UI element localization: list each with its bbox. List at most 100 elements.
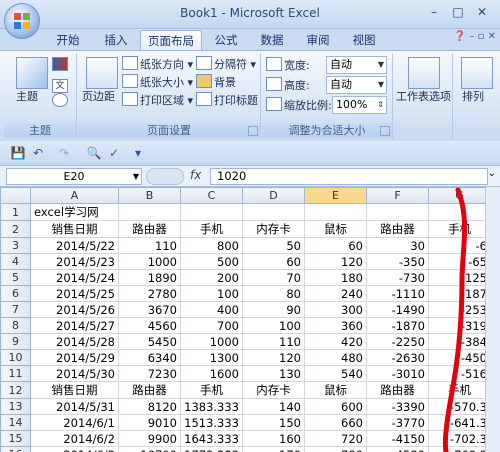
cell-d9[interactable]: 110 <box>242 333 305 350</box>
cell-c11[interactable]: 1600 <box>180 365 243 382</box>
tab-insert[interactable]: 插入 <box>94 30 138 50</box>
cell-c15[interactable]: 1643.333 <box>180 430 243 447</box>
cell-b2[interactable]: 路由器 <box>118 220 181 238</box>
cell-g4[interactable]: -65 <box>428 253 491 270</box>
cell-b11[interactable]: 7230 <box>118 365 181 382</box>
column-header-g[interactable]: G <box>428 187 491 204</box>
row-header[interactable]: 2 <box>0 220 31 238</box>
formula-input[interactable]: 1020 <box>210 168 488 185</box>
cell-d1[interactable] <box>242 203 305 221</box>
column-header-c[interactable]: C <box>180 187 243 204</box>
print-titles-button[interactable]: 打印标题 <box>196 92 258 108</box>
name-box[interactable]: E20 ▼ <box>6 168 142 185</box>
column-header-a[interactable]: A <box>30 187 119 204</box>
cell-a15[interactable]: 2014/6/2 <box>30 430 119 447</box>
tab-data[interactable]: 数据 <box>252 30 292 50</box>
row-header[interactable]: 9 <box>0 333 31 350</box>
arrange-button[interactable]: 排列 <box>462 89 484 105</box>
cell-c8[interactable]: 700 <box>180 317 243 334</box>
cell-a4[interactable]: 2014/5/23 <box>30 253 119 270</box>
cell-e12[interactable]: 鼠标 <box>304 381 367 399</box>
cell-b7[interactable]: 3670 <box>118 301 181 318</box>
breaks-button[interactable]: 分隔符 ▾ <box>196 56 256 72</box>
worksheet-grid[interactable]: A B C D E F G 1 excel学习网 2 销售日期 路由器 手机 内存卡 鼠标 路由器 手机 3 201… <box>0 187 500 452</box>
cell-g15[interactable]: -702.3 <box>428 430 491 447</box>
cell-e6[interactable]: 240 <box>304 285 367 302</box>
theme-fonts-icon[interactable]: 文 <box>52 75 70 93</box>
cell-b3[interactable]: 110 <box>118 237 181 254</box>
cell-e16[interactable]: 780 <box>304 446 367 452</box>
cell-a10[interactable]: 2014/5/29 <box>30 349 119 366</box>
cell-f12[interactable]: 路由器 <box>366 381 429 399</box>
cell-a7[interactable]: 2014/5/26 <box>30 301 119 318</box>
cell-b12[interactable]: 路由器 <box>118 381 181 399</box>
minimize-button[interactable]: – <box>422 3 446 21</box>
page-setup-launcher-icon[interactable] <box>248 126 258 136</box>
cell-b4[interactable]: 1000 <box>118 253 181 270</box>
scale-launcher-icon[interactable] <box>380 126 390 136</box>
row-header[interactable]: 1 <box>0 203 31 221</box>
cell-g5[interactable]: -125 <box>428 269 491 286</box>
cell-a11[interactable]: 2014/5/30 <box>30 365 119 382</box>
theme-colors-icon[interactable] <box>52 57 70 73</box>
sheet-options-button[interactable]: 工作表选项 <box>396 89 451 105</box>
cell-f6[interactable]: -1110 <box>366 285 429 302</box>
maximize-button[interactable]: □ <box>446 3 470 21</box>
cell-c14[interactable]: 1513.333 <box>180 414 243 431</box>
cell-c4[interactable]: 500 <box>180 253 243 270</box>
cell-c12[interactable]: 手机 <box>180 381 243 399</box>
cell-g3[interactable]: -6 <box>428 237 491 254</box>
cell-a9[interactable]: 2014/5/28 <box>30 333 119 350</box>
row-header[interactable]: 8 <box>0 317 31 334</box>
width-select[interactable]: 自动 ▼ <box>326 56 387 74</box>
cell-d5[interactable]: 70 <box>242 269 305 286</box>
cell-d14[interactable]: 150 <box>242 414 305 431</box>
cell-b16[interactable]: 10790 <box>118 446 181 452</box>
tab-home[interactable]: 开始 <box>46 30 90 50</box>
cell-e5[interactable]: 180 <box>304 269 367 286</box>
cell-c9[interactable]: 1000 <box>180 333 243 350</box>
cell-e3[interactable]: 60 <box>304 237 367 254</box>
cell-g6[interactable]: -187 <box>428 285 491 302</box>
themes-button[interactable]: 主题 <box>16 89 38 105</box>
cell-f16[interactable]: -4530 <box>366 446 429 452</box>
cell-f3[interactable]: 30 <box>366 237 429 254</box>
cell-b10[interactable]: 6340 <box>118 349 181 366</box>
row-header[interactable]: 14 <box>0 414 31 431</box>
cell-f11[interactable]: -3010 <box>366 365 429 382</box>
row-header[interactable]: 6 <box>0 285 31 302</box>
cell-a6[interactable]: 2014/5/25 <box>30 285 119 302</box>
tab-page-layout[interactable]: 页面布局 <box>140 30 202 51</box>
cell-d7[interactable]: 90 <box>242 301 305 318</box>
cell-c16[interactable]: 1773.333 <box>180 446 243 452</box>
cell-f5[interactable]: -730 <box>366 269 429 286</box>
height-select[interactable]: 自动 ▼ <box>326 76 387 94</box>
cell-b1[interactable] <box>118 203 181 221</box>
cell-c6[interactable]: 100 <box>180 285 243 302</box>
cell-d10[interactable]: 120 <box>242 349 305 366</box>
cell-e11[interactable]: 540 <box>304 365 367 382</box>
cell-d6[interactable]: 80 <box>242 285 305 302</box>
column-header-e[interactable]: E <box>304 187 367 204</box>
cell-d2[interactable]: 内存卡 <box>242 220 305 238</box>
cell-d16[interactable]: 170 <box>242 446 305 452</box>
column-header-d[interactable]: D <box>242 187 305 204</box>
cell-a8[interactable]: 2014/5/27 <box>30 317 119 334</box>
cell-f13[interactable]: -3390 <box>366 398 429 415</box>
cell-b9[interactable]: 5450 <box>118 333 181 350</box>
row-header[interactable]: 15 <box>0 430 31 447</box>
cell-f1[interactable] <box>366 203 429 221</box>
help-icon[interactable]: ❓ – ▫ ✕ <box>454 31 496 42</box>
cell-g16[interactable]: -763.3 <box>428 446 491 452</box>
print-preview-icon[interactable]: 🔍 <box>86 145 102 161</box>
row-header[interactable]: 10 <box>0 349 31 366</box>
cell-d15[interactable]: 160 <box>242 430 305 447</box>
cell-b6[interactable]: 2780 <box>118 285 181 302</box>
cell-a5[interactable]: 2014/5/24 <box>30 269 119 286</box>
row-header[interactable]: 12 <box>0 381 31 399</box>
row-header[interactable]: 11 <box>0 365 31 382</box>
cell-a3[interactable]: 2014/5/22 <box>30 237 119 254</box>
tab-formulas[interactable]: 公式 <box>206 30 246 50</box>
arrange-icon[interactable] <box>461 57 493 89</box>
cell-a2[interactable]: 销售日期 <box>30 220 119 238</box>
